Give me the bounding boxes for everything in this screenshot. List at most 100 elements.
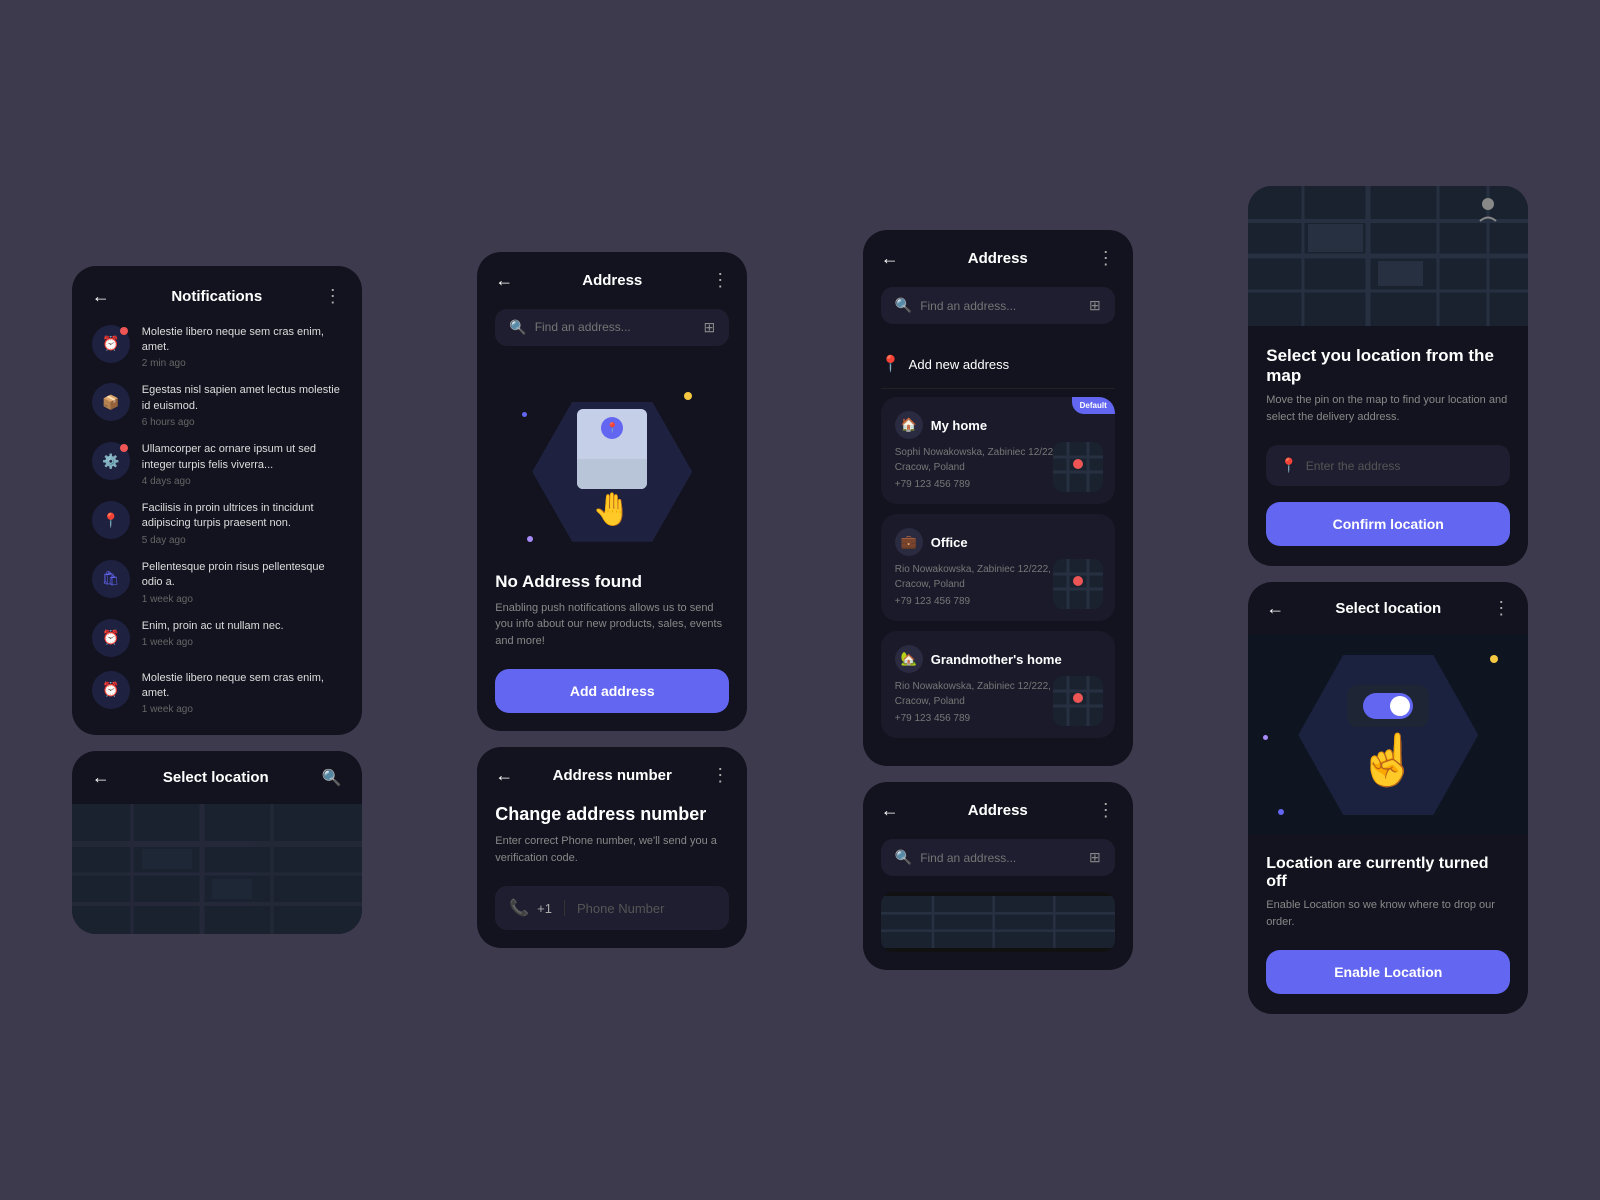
location-off-desc: Enable Location so we know where to drop… xyxy=(1266,897,1510,930)
enable-location-button[interactable]: Enable Location xyxy=(1266,950,1510,994)
more-icon[interactable]: ⋮ xyxy=(1097,248,1115,269)
phone-input-wrap[interactable]: 📞 +1 Phone Number xyxy=(495,886,729,930)
address-list-search-input[interactable] xyxy=(920,299,1081,313)
filter-icon[interactable]: ⊞ xyxy=(704,319,716,336)
address-item-top: 🏡 Grandmother's home xyxy=(895,645,1101,673)
notif-time: 1 week ago xyxy=(142,704,342,715)
search-icon: 🔍 xyxy=(895,849,912,866)
unread-dot xyxy=(120,327,128,335)
notif-item: ⚙️ Ullamcorper ac ornare ipsum ut sed in… xyxy=(92,442,342,487)
deco-dot xyxy=(522,412,527,417)
address-input-row[interactable]: 📍 Enter the address xyxy=(1266,445,1510,486)
more-icon[interactable]: ⋮ xyxy=(711,765,729,786)
bottom-map-svg xyxy=(881,892,1115,952)
map-thumb-svg xyxy=(1053,559,1103,609)
notif-item: ⏰ Enim, proin ac ut nullam nec. 1 week a… xyxy=(92,619,342,657)
phone-code: +1 xyxy=(537,901,552,916)
more-icon[interactable]: ⋮ xyxy=(1097,800,1115,821)
notifications-header: ← Notifications ⋮ xyxy=(92,286,342,307)
filter-icon[interactable]: ⊞ xyxy=(1089,849,1101,866)
notif-item: 📍 Facilisis in proin ultrices in tincidu… xyxy=(92,501,342,546)
add-new-address-label: Add new address xyxy=(909,357,1009,372)
addr-type-icon: 🏡 xyxy=(895,645,923,673)
notif-icon-wrap: 📦 xyxy=(92,383,130,421)
address-search-bar[interactable]: 🔍 ⊞ xyxy=(495,309,729,346)
map-thumb-svg xyxy=(1053,442,1103,492)
address-bottom-title: Address xyxy=(968,802,1028,819)
no-address-illustration: 📍 🤚 xyxy=(495,362,729,572)
notif-text: Egestas nisl sapien amet lectus molestie… xyxy=(142,383,342,414)
column-3: ← Address ⋮ 🔍 ⊞ 📍 Add new address Defaul… xyxy=(863,230,1133,970)
clock2-icon: ⏰ xyxy=(102,629,119,646)
address-list-header: ← Address ⋮ xyxy=(881,248,1115,269)
map-select-title: Select you location from the map xyxy=(1266,346,1510,386)
notifications-title: Notifications xyxy=(171,288,262,305)
address-bottom-search-bar[interactable]: 🔍 ⊞ xyxy=(881,839,1115,876)
more-icon[interactable]: ⋮ xyxy=(711,270,729,291)
no-address-desc: Enabling push notifications allows us to… xyxy=(495,600,729,650)
notif-content: Ullamcorper ac ornare ipsum ut sed integ… xyxy=(142,442,342,487)
confirm-location-button[interactable]: Confirm location xyxy=(1266,502,1510,546)
deco-dot xyxy=(1278,809,1284,815)
default-badge: Default xyxy=(1072,397,1115,414)
notif-content: Pellentesque proin risus pellentesque od… xyxy=(142,560,342,605)
deco-dot xyxy=(527,536,533,542)
map-scroll-illus: 📍 🤚 xyxy=(577,409,647,534)
hand-icon: 🤚 xyxy=(587,484,637,534)
back-arrow-icon[interactable]: ← xyxy=(1266,598,1284,619)
address-label: Office xyxy=(931,535,968,550)
address-search-input[interactable] xyxy=(535,320,696,334)
more-icon[interactable]: ⋮ xyxy=(324,286,342,307)
hand-pointing-icon: ☝️ xyxy=(1357,735,1419,785)
address-map-thumbnail xyxy=(1053,559,1103,609)
back-arrow-icon[interactable]: ← xyxy=(495,765,513,786)
location-pin-icon: 📍 xyxy=(1280,457,1297,474)
search-icon[interactable]: 🔍 xyxy=(322,768,342,788)
map-top-svg xyxy=(1248,186,1528,326)
address-bottom-search-input[interactable] xyxy=(920,851,1081,865)
more-icon[interactable]: ⋮ xyxy=(1492,598,1510,619)
add-new-address-row[interactable]: 📍 Add new address xyxy=(881,340,1115,389)
address-item-office[interactable]: 💼 Office Rio Nowakowska, Zabiniec 12/222… xyxy=(881,514,1115,621)
address-map-thumbnail xyxy=(1053,676,1103,726)
select-location-header: ← Select location 🔍 xyxy=(72,751,362,804)
notif-icon-wrap: 📍 xyxy=(92,501,130,539)
select-location-title: Select location xyxy=(163,769,269,786)
back-arrow-icon[interactable]: ← xyxy=(881,800,899,821)
back-arrow-icon[interactable]: ← xyxy=(92,286,110,307)
map-svg xyxy=(72,804,362,934)
notif-item: ⏰ Molestie libero neque sem cras enim, a… xyxy=(92,325,342,370)
back-arrow-icon[interactable]: ← xyxy=(495,270,513,291)
phone-icon: 📞 xyxy=(509,898,529,918)
address-item-grandma[interactable]: 🏡 Grandmother's home Rio Nowakowska, Zab… xyxy=(881,631,1115,738)
phone-number-input[interactable]: Phone Number xyxy=(577,901,664,916)
notif-time: 2 min ago xyxy=(142,358,342,369)
back-arrow-icon[interactable]: ← xyxy=(92,767,110,788)
add-address-button[interactable]: Add address xyxy=(495,669,729,713)
map-select-card: Select you location from the map Move th… xyxy=(1248,186,1528,566)
column-4: Select you location from the map Move th… xyxy=(1248,186,1528,1014)
deco-dot xyxy=(1490,655,1498,663)
search-icon: 🔍 xyxy=(509,319,526,336)
address-input-placeholder: Enter the address xyxy=(1306,459,1401,473)
location-icon: 📍 xyxy=(102,512,119,529)
filter-icon[interactable]: ⊞ xyxy=(1089,297,1101,314)
map-preview xyxy=(72,804,362,934)
notif-text: Pellentesque proin risus pellentesque od… xyxy=(142,560,342,591)
address-label: Grandmother's home xyxy=(931,652,1062,667)
deco-dot xyxy=(1263,735,1268,740)
address-item-home[interactable]: Default 🏠 My home Sophi Nowakowska, Zabi… xyxy=(881,397,1115,504)
back-arrow-icon[interactable]: ← xyxy=(881,248,899,269)
notifications-card: ← Notifications ⋮ ⏰ Molestie libero nequ… xyxy=(72,266,362,736)
address-list-card: ← Address ⋮ 🔍 ⊞ 📍 Add new address Defaul… xyxy=(863,230,1133,766)
select-location-small-card: ← Select location 🔍 xyxy=(72,751,362,934)
addr-type-icon: 💼 xyxy=(895,528,923,556)
map-top-area xyxy=(1248,186,1528,326)
address-label: My home xyxy=(931,418,987,433)
location-off-card: ← Select location ⋮ ☝️ Location are cu xyxy=(1248,582,1528,1014)
notif-icon-wrap: ⚙️ xyxy=(92,442,130,480)
change-address-title: Change address number xyxy=(495,804,729,825)
address-header: ← Address ⋮ xyxy=(495,270,729,291)
notif-time: 5 day ago xyxy=(142,535,342,546)
address-list-search-bar[interactable]: 🔍 ⊞ xyxy=(881,287,1115,324)
